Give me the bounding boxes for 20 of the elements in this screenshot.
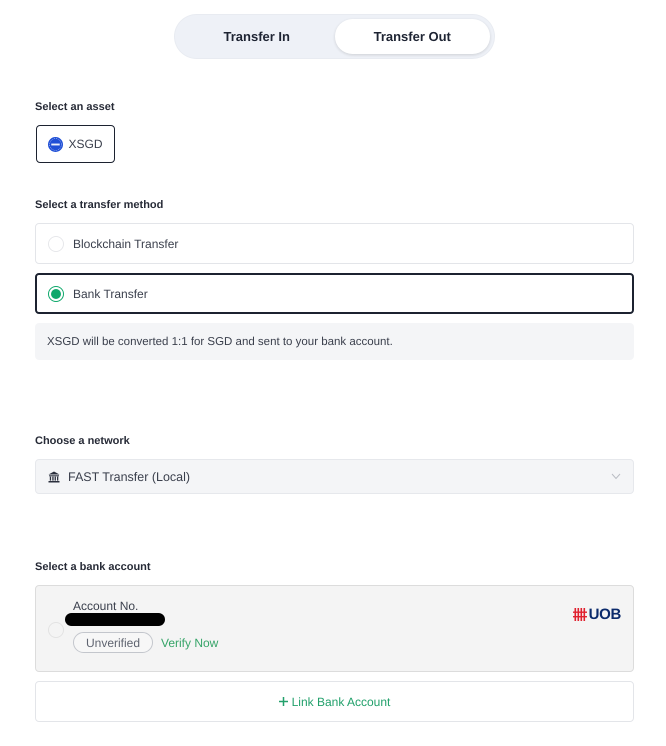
section-label: Choose a network xyxy=(35,434,130,448)
transfer-method-option[interactable]: Bank Transfer xyxy=(35,273,634,314)
radio-button[interactable] xyxy=(48,286,64,302)
info-note: XSGD will be converted 1:1 for SGD and sent to your bank account. xyxy=(35,323,634,360)
account-number-label: Account No. xyxy=(73,599,138,613)
bank-icon xyxy=(48,470,60,482)
coin-icon xyxy=(48,136,64,152)
transfer-method-option[interactable]: Blockchain Transfer xyxy=(35,223,634,264)
tab[interactable]: Transfer Out xyxy=(334,19,490,54)
stripes-icon xyxy=(572,608,587,621)
chevron-down-icon xyxy=(611,473,621,480)
tab[interactable]: Transfer In xyxy=(179,19,334,54)
section-label: Select a transfer method xyxy=(35,198,164,212)
network-select[interactable]: FAST Transfer (Local) xyxy=(35,459,634,494)
section-label: Select an asset xyxy=(35,100,114,114)
asset-button[interactable]: XSGD xyxy=(36,125,115,163)
bank-name: UOB xyxy=(588,607,621,622)
plus-icon xyxy=(278,697,288,706)
status-badge: Unverified xyxy=(73,632,153,653)
section-label: Select a bank account xyxy=(35,560,151,574)
